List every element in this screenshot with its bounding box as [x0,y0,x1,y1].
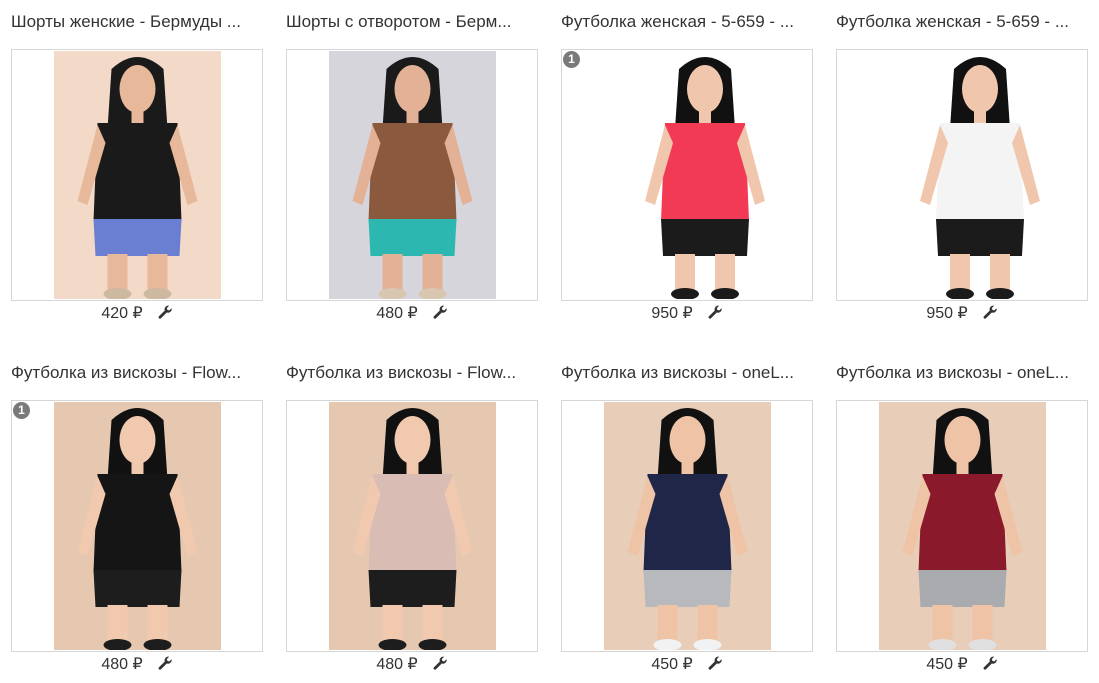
product-title[interactable]: Футболка женская - 5-659 - ... [561,11,821,33]
wrench-icon[interactable] [982,305,998,321]
product-photo[interactable] [329,402,496,650]
product-photo[interactable] [595,51,812,299]
product-price: 420 ₽ [101,305,143,322]
count-badge: 1 [13,402,30,419]
product-photo[interactable] [54,402,221,650]
wrench-icon[interactable] [707,656,723,672]
price-row: 480 ₽ [286,653,538,675]
product-photo[interactable] [870,51,1087,299]
wrench-icon[interactable] [982,656,998,672]
product-title[interactable]: Футболка из вискозы - oneL... [836,362,1096,384]
product-photo[interactable] [879,402,1046,650]
product-price: 480 ₽ [376,656,418,673]
product-image-frame[interactable] [286,49,538,301]
wrench-icon[interactable] [432,305,448,321]
product-price: 950 ₽ [926,305,968,322]
product-image-frame[interactable] [286,400,538,652]
wrench-icon[interactable] [707,305,723,321]
product-image-frame[interactable]: 1 [11,400,263,652]
product-image-frame[interactable] [561,400,813,652]
product-title[interactable]: Футболка из вискозы - Flow... [286,362,546,384]
price-row: 480 ₽ [286,302,538,324]
wrench-icon[interactable] [157,656,173,672]
product-image-frame[interactable]: 1 [561,49,813,301]
price-row: 480 ₽ [11,653,263,675]
wrench-icon[interactable] [157,305,173,321]
count-badge: 1 [563,51,580,68]
price-row: 950 ₽ [561,302,813,324]
product-title[interactable]: Шорты женские - Бермуды ... [11,11,271,33]
product-photo[interactable] [604,402,771,650]
product-image-frame[interactable] [836,400,1088,652]
product-price: 950 ₽ [651,305,693,322]
price-row: 420 ₽ [11,302,263,324]
product-title[interactable]: Шорты с отворотом - Берм... [286,11,546,33]
price-row: 450 ₽ [836,653,1088,675]
product-image-frame[interactable] [11,49,263,301]
price-row: 450 ₽ [561,653,813,675]
product-price: 480 ₽ [101,656,143,673]
product-title[interactable]: Футболка женская - 5-659 - ... [836,11,1096,33]
product-image-frame[interactable] [836,49,1088,301]
product-photo[interactable] [54,51,221,299]
product-price: 450 ₽ [926,656,968,673]
product-title[interactable]: Футболка из вискозы - Flow... [11,362,271,384]
product-price: 480 ₽ [376,305,418,322]
product-photo[interactable] [329,51,496,299]
price-row: 950 ₽ [836,302,1088,324]
product-title[interactable]: Футболка из вискозы - oneL... [561,362,821,384]
product-price: 450 ₽ [651,656,693,673]
wrench-icon[interactable] [432,656,448,672]
